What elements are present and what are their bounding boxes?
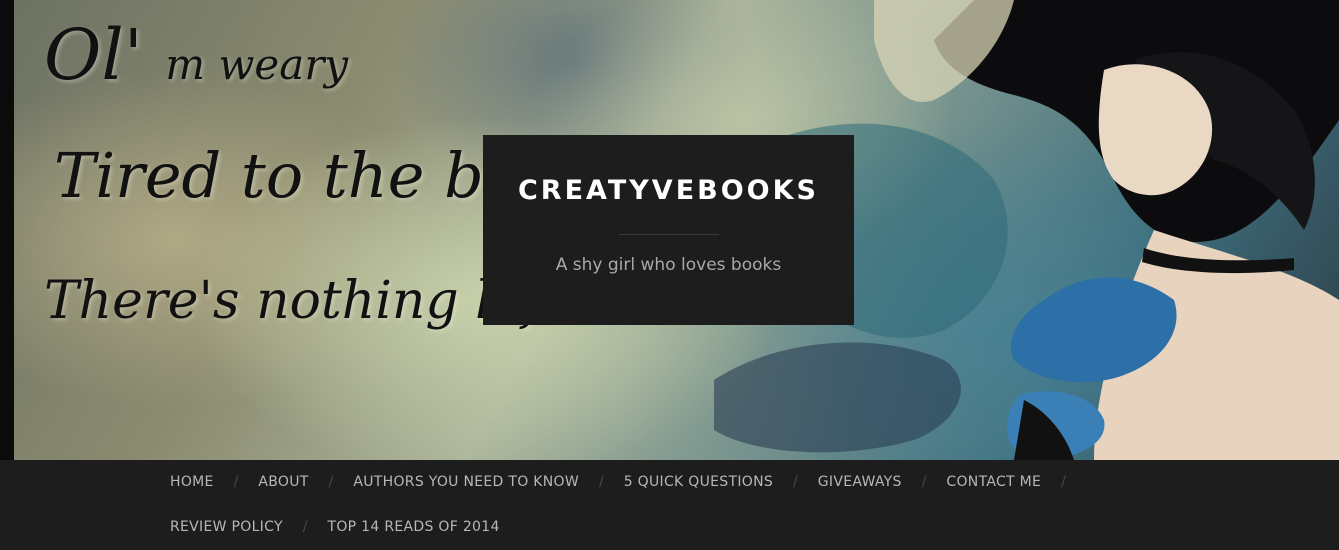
nav-separator: / bbox=[599, 474, 604, 490]
main-navigation: HOME / ABOUT / AUTHORS YOU NEED TO KNOW … bbox=[0, 460, 1339, 550]
nav-item-about[interactable]: ABOUT bbox=[258, 473, 308, 491]
nav-item-authors-you-need-to-know[interactable]: AUTHORS YOU NEED TO KNOW bbox=[353, 473, 579, 491]
nav-separator: / bbox=[793, 474, 798, 490]
banner-line-1b: m weary bbox=[165, 40, 349, 89]
site-title[interactable]: CREATYVEBOOKS bbox=[483, 175, 854, 206]
site-header: Ol' m weary Tired to the bone There's no… bbox=[0, 0, 1339, 460]
nav-item-top-14-reads-of-2014[interactable]: TOP 14 READS OF 2014 bbox=[328, 518, 500, 536]
site-tagline: A shy girl who loves books bbox=[555, 255, 782, 275]
nav-separator: / bbox=[1061, 474, 1066, 490]
banner-line-1a: Ol' bbox=[44, 14, 144, 96]
nav-separator: / bbox=[233, 474, 239, 490]
nav-item-review-policy[interactable]: REVIEW POLICY bbox=[170, 518, 283, 536]
nav-item-contact-me[interactable]: CONTACT ME bbox=[946, 473, 1041, 491]
nav-item-giveaways[interactable]: GIVEAWAYS bbox=[818, 473, 902, 491]
nav-separator: / bbox=[302, 519, 308, 535]
nav-row-2: REVIEW POLICY / TOP 14 READS OF 2014 bbox=[170, 518, 500, 536]
nav-separator: / bbox=[328, 474, 334, 490]
title-divider bbox=[618, 234, 719, 235]
site-title-box: CREATYVEBOOKS A shy girl who loves books bbox=[483, 135, 854, 325]
nav-row-1: HOME / ABOUT / AUTHORS YOU NEED TO KNOW … bbox=[170, 473, 1086, 491]
nav-separator: / bbox=[921, 474, 927, 490]
nav-item-home[interactable]: HOME bbox=[170, 473, 214, 491]
nav-item-5-quick-questions[interactable]: 5 QUICK QUESTIONS bbox=[624, 473, 773, 491]
